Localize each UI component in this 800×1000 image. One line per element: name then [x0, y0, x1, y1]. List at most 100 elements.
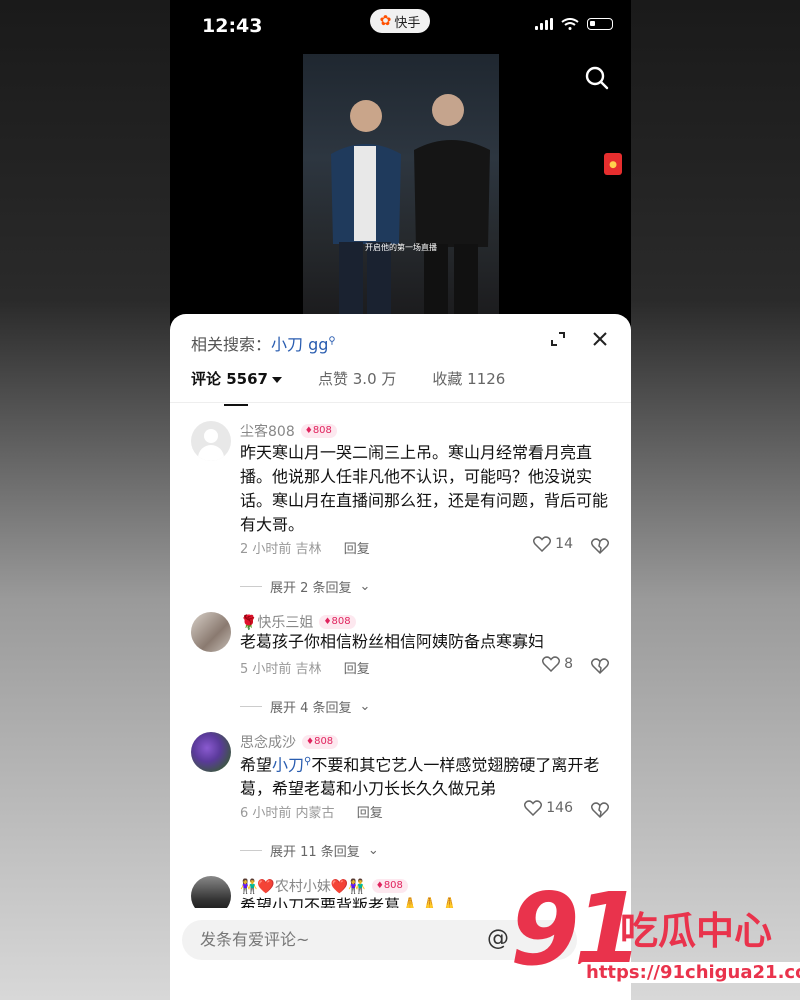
comment-time: 6 小时前: [240, 806, 292, 821]
divider-line: [240, 850, 262, 851]
mention-link[interactable]: 小刀: [272, 755, 304, 774]
comment-header: 思念成沙 ♦808: [240, 732, 339, 752]
fan-badge: ♦808: [371, 879, 408, 893]
close-icon[interactable]: [591, 330, 609, 348]
comment-meta: 6 小时前 内蒙古 回复: [240, 802, 383, 821]
signal-icon: [535, 18, 553, 30]
chevron-down-icon: ⌄: [367, 843, 379, 858]
comment-text-before: 希望: [240, 755, 273, 775]
comment-username[interactable]: 👫❤️农村小妹❤️👫: [240, 876, 366, 896]
dislike-icon[interactable]: [591, 657, 609, 675]
like-button[interactable]: 146: [524, 800, 573, 816]
wifi-icon: [561, 18, 579, 30]
watermark: 91 吃瓜中心 https://91chigua21.com: [510, 880, 800, 1000]
chevron-down-icon: ⌄: [359, 579, 371, 594]
fan-badge: ♦808: [319, 615, 356, 629]
comment-header: 🌹快乐三姐 ♦808: [240, 612, 356, 632]
fan-badge-level: 808: [314, 736, 334, 747]
comment-location: 内蒙古: [295, 806, 335, 821]
person-right-figure: [414, 94, 490, 314]
tab-comments-label: 评论 5567: [191, 370, 268, 388]
app-name: 快手: [394, 15, 421, 31]
heart-icon: [533, 536, 552, 552]
expand-replies-label: 展开 4 条回复: [270, 701, 352, 716]
video-caption: 开启他的第一场直播: [365, 243, 437, 252]
fan-badge-level: 808: [331, 616, 351, 627]
tab-underline: [224, 404, 248, 406]
comment-meta: 2 小时前 吉林 回复: [240, 538, 370, 557]
fan-badge-level: 808: [383, 880, 403, 891]
comment-username[interactable]: 思念成沙: [240, 732, 296, 752]
comment-location: 吉林: [295, 662, 322, 677]
tab-favorites-label: 收藏 1126: [432, 370, 506, 388]
comment-username[interactable]: 🌹快乐三姐: [240, 612, 313, 632]
expand-icon[interactable]: [550, 331, 566, 347]
comment-location: 吉林: [295, 542, 322, 557]
comment-header: 尘客808 ♦808: [240, 421, 337, 441]
comment-username[interactable]: 尘客808: [240, 421, 295, 441]
gem-icon: ♦: [323, 617, 332, 627]
expand-replies-label: 展开 11 条回复: [270, 845, 360, 860]
related-search-keyword[interactable]: 小刀 gg: [271, 335, 328, 354]
kuaishou-logo-icon: ✿: [379, 13, 392, 29]
fan-badge-level: 808: [312, 425, 332, 436]
like-count: 14: [555, 536, 573, 552]
tab-likes[interactable]: 点赞 3.0 万: [318, 368, 396, 399]
comment-time: 5 小时前: [240, 662, 292, 677]
reply-button[interactable]: 回复: [344, 662, 370, 677]
reply-button[interactable]: 回复: [344, 542, 370, 557]
expand-replies[interactable]: 展开 4 条回复 ⌄: [240, 697, 370, 716]
comment-text: 希望小刀⚲不要和其它艺人一样感觉翅膀硬了离开老葛，希望老葛和小刀长长久久做兄弟: [240, 750, 612, 801]
tab-favorites[interactable]: 收藏 1126: [432, 368, 505, 399]
comment-time: 2 小时前: [240, 542, 292, 557]
chevron-down-icon: ⌄: [359, 699, 371, 714]
mini-search-icon: ⚲: [328, 335, 336, 347]
at-mention-icon[interactable]: @: [487, 926, 509, 951]
like-count: 8: [564, 656, 573, 672]
video-player[interactable]: 开启他的第一场直播: [303, 54, 499, 314]
divider: [170, 402, 631, 403]
battery-icon: [587, 18, 613, 30]
gem-icon: ♦: [375, 881, 384, 891]
tab-likes-label: 点赞 3.0 万: [317, 370, 397, 388]
watermark-url: https://91chigua21.com: [580, 962, 800, 983]
search-icon[interactable]: [585, 66, 609, 90]
heart-icon: [542, 656, 561, 672]
tab-comments[interactable]: 评论 5567: [191, 368, 282, 406]
avatar[interactable]: [191, 876, 231, 908]
caret-down-icon: [271, 376, 282, 383]
fan-badge: ♦808: [302, 735, 339, 749]
comment-text: 昨天寒山月一哭二闹三上吊。寒山月经常看月亮直播。他说那人任非凡他不认识，可能吗？…: [240, 443, 609, 534]
expand-replies-label: 展开 2 条回复: [270, 581, 352, 596]
dislike-icon[interactable]: [591, 537, 609, 555]
heart-icon: [524, 800, 543, 816]
dislike-icon[interactable]: [591, 801, 609, 819]
avatar[interactable]: [191, 732, 231, 772]
fan-badge: ♦808: [300, 424, 337, 438]
gem-icon: ♦: [306, 737, 315, 747]
related-search-label: 相关搜索：: [191, 335, 272, 354]
red-packet-icon[interactable]: ●: [604, 153, 622, 175]
avatar[interactable]: [191, 612, 231, 652]
tabs: 评论 5567 点赞 3.0 万 收藏 1126: [191, 368, 505, 406]
person-left-figure: [331, 100, 401, 314]
divider-line: [240, 586, 262, 587]
avatar[interactable]: [191, 421, 231, 461]
related-search[interactable]: 相关搜索：小刀 gg⚲: [191, 331, 336, 355]
comment-header: 👫❤️农村小妹❤️👫 ♦808: [240, 876, 408, 896]
like-button[interactable]: 8: [542, 656, 573, 672]
app-badge[interactable]: ✿ 快手: [370, 9, 430, 33]
status-time: 12:43: [202, 15, 263, 37]
expand-replies[interactable]: 展开 11 条回复 ⌄: [240, 841, 379, 860]
status-icons: [535, 18, 613, 30]
comment-text: 老葛孩子你相信粉丝相信阿姨防备点寒寡妇: [240, 632, 545, 651]
comment-meta: 5 小时前 吉林 回复: [240, 658, 370, 677]
gem-icon: ♦: [304, 426, 313, 436]
phone-screen: 12:43 ✿ 快手 开启他的第一场直播 ● 相关搜索：小刀 gg⚲ 评论 55…: [170, 0, 631, 1000]
like-count: 146: [546, 800, 573, 816]
expand-replies[interactable]: 展开 2 条回复 ⌄: [240, 577, 370, 596]
status-bar: 12:43 ✿ 快手: [170, 0, 631, 52]
divider-line: [240, 706, 262, 707]
reply-button[interactable]: 回复: [357, 806, 383, 821]
like-button[interactable]: 14: [533, 536, 573, 552]
